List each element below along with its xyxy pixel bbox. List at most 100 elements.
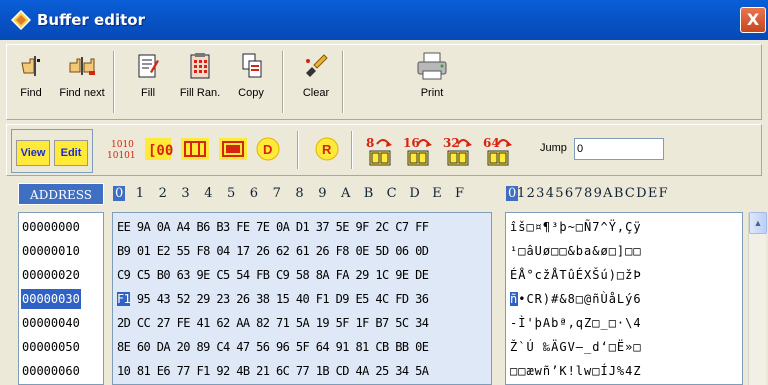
address-cell[interactable]: 00000060 <box>22 361 80 381</box>
selected-hex-byte[interactable]: F1 <box>117 292 131 306</box>
binary-icon: 1010 10101 <box>107 140 136 161</box>
view-button[interactable]: View <box>16 140 50 166</box>
fill-icon <box>138 54 159 78</box>
bits-32-icon: 32 <box>443 136 472 166</box>
hex-column-header: 7 <box>272 186 281 201</box>
hex-row[interactable]: 10 81 E6 77 F1 92 4B 21 6C 77 1B CD 4A 2… <box>117 361 429 381</box>
toolbar-separator <box>342 51 344 113</box>
address-cell[interactable]: 00000030 <box>21 289 81 309</box>
jump-label: Jump <box>540 142 567 154</box>
fill-button[interactable]: Fill <box>131 51 165 99</box>
byte-view-button[interactable]: [00] <box>143 132 182 168</box>
hex-column-header: 8 <box>295 186 304 201</box>
find-next-icon <box>69 57 95 75</box>
fill-random-icon <box>190 53 210 79</box>
hex-column-header: 4 <box>204 186 213 201</box>
fill-random-label: Fill Ran. <box>179 87 221 99</box>
mode-toolbar: View Edit 1010 10101 [00] D <box>6 124 762 176</box>
hex-column-header: 0 <box>113 186 126 201</box>
bits-16-button[interactable]: 16 <box>401 132 435 168</box>
ascii-row[interactable]: ñ•CR)#&8□@ñÙåLý6 <box>510 289 642 309</box>
hex-panel[interactable]: EE 9A 0A A4 B6 B3 FE 7E 0A D1 37 5E 9F 2… <box>112 212 492 385</box>
decimal-button[interactable]: D <box>253 132 283 168</box>
hex-column-header: 6 <box>249 186 259 201</box>
bits-64-button[interactable]: 64 <box>481 132 515 168</box>
hex-row[interactable]: C9 C5 B0 63 9E C5 54 FB C9 58 8A FA 29 1… <box>117 265 429 285</box>
address-cell[interactable]: 00000050 <box>22 337 80 357</box>
toolbar-separator <box>282 51 284 113</box>
ascii-panel[interactable]: îš□¤¶³þ~□Ñ7^Ÿ,Çÿ ¹□âUø□□&ba&ø□]□□ ÉÅ°cžÅTû… <box>505 212 743 385</box>
bits-16-icon: 16 <box>403 136 432 166</box>
reverse-label: R <box>322 142 332 157</box>
ascii-row[interactable]: îš□¤¶³þ~□Ñ7^Ÿ,Çÿ <box>510 217 642 237</box>
window-title: Buffer editor <box>37 11 145 29</box>
address-cell[interactable]: 00000010 <box>22 241 80 261</box>
view-edit-group: View Edit <box>11 129 93 173</box>
address-cell[interactable]: 00000040 <box>22 313 80 333</box>
ascii-row[interactable]: ÉÅ°cžÅTûÉXŠú)□žÞ <box>510 265 642 285</box>
address-cell[interactable]: 00000020 <box>22 265 80 285</box>
clear-icon <box>306 54 328 77</box>
edit-button[interactable]: Edit <box>54 140 88 166</box>
hex-row[interactable]: 8E 60 DA 20 89 C4 47 56 96 5F 64 91 81 C… <box>117 337 429 357</box>
hex-row[interactable]: EE 9A 0A A4 B6 B3 FE 7E 0A D1 37 5E 9F 2… <box>117 217 429 237</box>
hex-column-header: D <box>409 186 420 201</box>
bits-64-label: 64 <box>483 136 500 150</box>
copy-label: Copy <box>238 87 264 99</box>
svg-text:[00]: [00] <box>148 143 173 159</box>
bits-16-label: 16 <box>403 136 420 150</box>
find-icon <box>21 56 40 76</box>
toolbar-separator <box>351 131 353 169</box>
svg-text:1010: 1010 <box>111 140 134 150</box>
vertical-scrollbar[interactable]: ▲ <box>748 212 767 385</box>
print-button[interactable]: Print <box>412 51 452 99</box>
find-next-label: Find next <box>59 87 105 99</box>
hex-column-header: 2 <box>158 186 167 201</box>
dword-view-button[interactable] <box>217 132 249 168</box>
hex-row[interactable]: F1 95 43 52 29 23 26 38 15 40 F1 D9 E5 4… <box>117 289 429 309</box>
hex-column-header: 1 <box>135 186 145 201</box>
find-button[interactable]: Find <box>13 51 49 99</box>
ascii-header: 123456789ABCDEF <box>517 186 670 201</box>
decimal-icon: D <box>256 137 280 161</box>
dword-icon <box>219 138 247 160</box>
address-cell[interactable]: 00000000 <box>22 217 80 237</box>
ascii-chars: •CR)#&8□@ñÙåLý6 <box>518 292 642 306</box>
hex-column-header: B <box>363 186 374 201</box>
bits-64-icon: 64 <box>483 136 512 166</box>
bits-32-label: 32 <box>443 136 460 150</box>
hex-row[interactable]: 2D CC 27 FE 41 62 AA 82 71 5A 19 5F 1F B… <box>117 313 429 333</box>
close-button[interactable]: X <box>740 7 766 33</box>
address-header: ADDRESS <box>18 183 104 205</box>
bits-8-button[interactable]: 8 <box>363 132 397 168</box>
ascii-row[interactable]: -Ì'þAbª‚qZ□_□·\4 <box>510 313 642 333</box>
reverse-button[interactable]: R <box>312 132 342 168</box>
bits-32-button[interactable]: 32 <box>441 132 475 168</box>
clear-label: Clear <box>302 87 330 99</box>
byte-icon: [00] <box>145 138 182 160</box>
ascii-row[interactable]: □□æwñ’K!lw□ÍJ%4Z <box>510 361 642 381</box>
reverse-icon: R <box>315 137 339 161</box>
jump-input[interactable] <box>574 138 664 160</box>
ascii-row[interactable]: ¹□âUø□□&ba&ø□]□□ <box>510 241 642 261</box>
selected-ascii-char[interactable]: ñ <box>510 292 519 306</box>
address-panel[interactable]: 00000000 00000010 00000020 00000030 00000040… <box>18 212 104 385</box>
hex-column-header: 5 <box>227 186 236 201</box>
find-label: Find <box>20 87 42 99</box>
printer-icon <box>417 52 447 80</box>
word-view-button[interactable] <box>179 132 211 168</box>
toolbar-separator <box>297 131 299 169</box>
hex-row[interactable]: B9 01 E2 55 F8 04 17 26 62 61 26 F8 0E 5… <box>117 241 429 261</box>
binary-view-button[interactable]: 1010 10101 <box>103 132 143 168</box>
ascii-row[interactable]: Ž`Ú ‰ÄGV–_d‘□Ë»□ <box>510 337 642 357</box>
print-label: Print <box>420 87 444 99</box>
copy-button[interactable]: Copy <box>231 51 271 99</box>
bits-8-icon: 8 <box>366 136 392 166</box>
fill-random-button[interactable]: Fill Ran. <box>173 51 227 99</box>
clear-button[interactable]: Clear <box>299 51 333 99</box>
find-next-button[interactable]: Find next <box>55 51 109 99</box>
scroll-up-arrow-icon[interactable]: ▲ <box>749 212 767 234</box>
hex-column-header: 3 <box>181 186 190 201</box>
hex-column-header: A <box>341 186 351 201</box>
toolbar-separator <box>113 51 115 113</box>
